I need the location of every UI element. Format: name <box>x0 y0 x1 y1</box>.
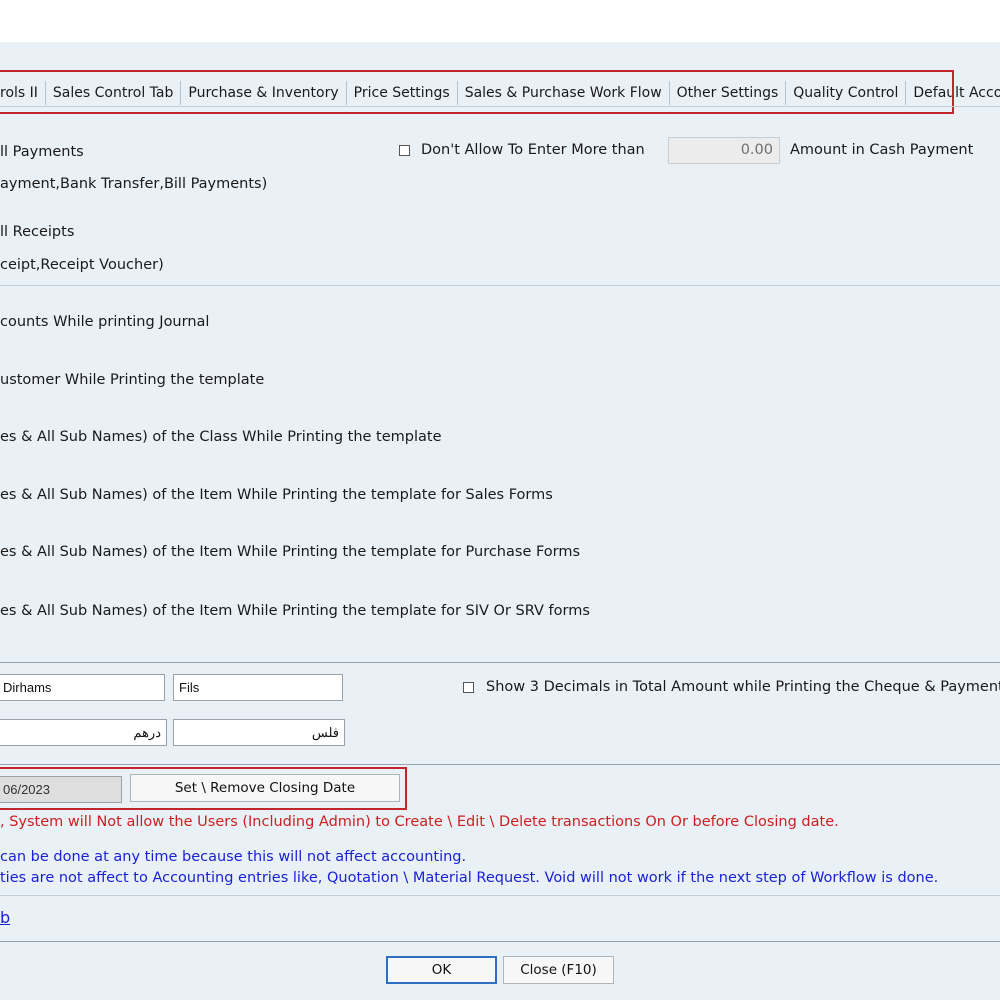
print-option-item-purchase: es & All Sub Names) of the Item While Pr… <box>0 544 581 560</box>
print-option-journal: counts While printing Journal <box>0 314 210 330</box>
payments-types-label: ayment,Bank Transfer,Bill Payments) <box>0 176 268 192</box>
void-info-line-1: can be done at any time because this wil… <box>0 849 467 865</box>
receipts-divider <box>0 285 1000 286</box>
receipts-label: ll Receipts <box>0 224 75 240</box>
tabs-divider <box>0 106 1000 107</box>
receipts-types-label: ceipt,Receipt Voucher) <box>0 257 164 273</box>
print-option-customer: ustomer While Printing the template <box>0 372 265 388</box>
close-button[interactable]: Close (F10) <box>503 956 614 984</box>
dont-allow-checkbox[interactable] <box>399 145 410 156</box>
print-option-item-siv-srv: es & All Sub Names) of the Item While Pr… <box>0 603 590 619</box>
tabs-highlight-box <box>0 70 954 114</box>
cash-payment-amount-field[interactable]: 0.00 <box>668 137 780 164</box>
payments-label: ll Payments <box>0 144 84 160</box>
help-link[interactable]: b <box>0 908 10 927</box>
print-option-item-sales: es & All Sub Names) of the Item While Pr… <box>0 487 553 503</box>
void-info-line-2: ties are not affect to Accounting entrie… <box>0 870 939 886</box>
dont-allow-label: Don't Allow To Enter More than <box>421 142 645 158</box>
footer-divider <box>0 941 1000 942</box>
currency-main-ar-input[interactable] <box>0 719 167 746</box>
printing-divider <box>0 662 1000 663</box>
currency-sub-ar-input[interactable] <box>173 719 345 746</box>
print-option-class: es & All Sub Names) of the Class While P… <box>0 429 442 445</box>
ok-button[interactable]: OK <box>386 956 497 984</box>
closing-date-warning: , System will Not allow the Users (Inclu… <box>0 814 839 830</box>
currency-main-en-input[interactable] <box>0 674 165 701</box>
currency-sub-en-input[interactable] <box>173 674 343 701</box>
show-3-decimals-checkbox[interactable] <box>463 682 474 693</box>
show-3-decimals-label: Show 3 Decimals in Total Amount while Pr… <box>486 679 1000 695</box>
cash-payment-suffix: Amount in Cash Payment <box>790 142 974 158</box>
window-title-bar <box>0 0 1000 42</box>
currency-divider <box>0 764 1000 765</box>
closing-date-highlight-box <box>0 767 407 810</box>
info-divider <box>0 895 1000 896</box>
